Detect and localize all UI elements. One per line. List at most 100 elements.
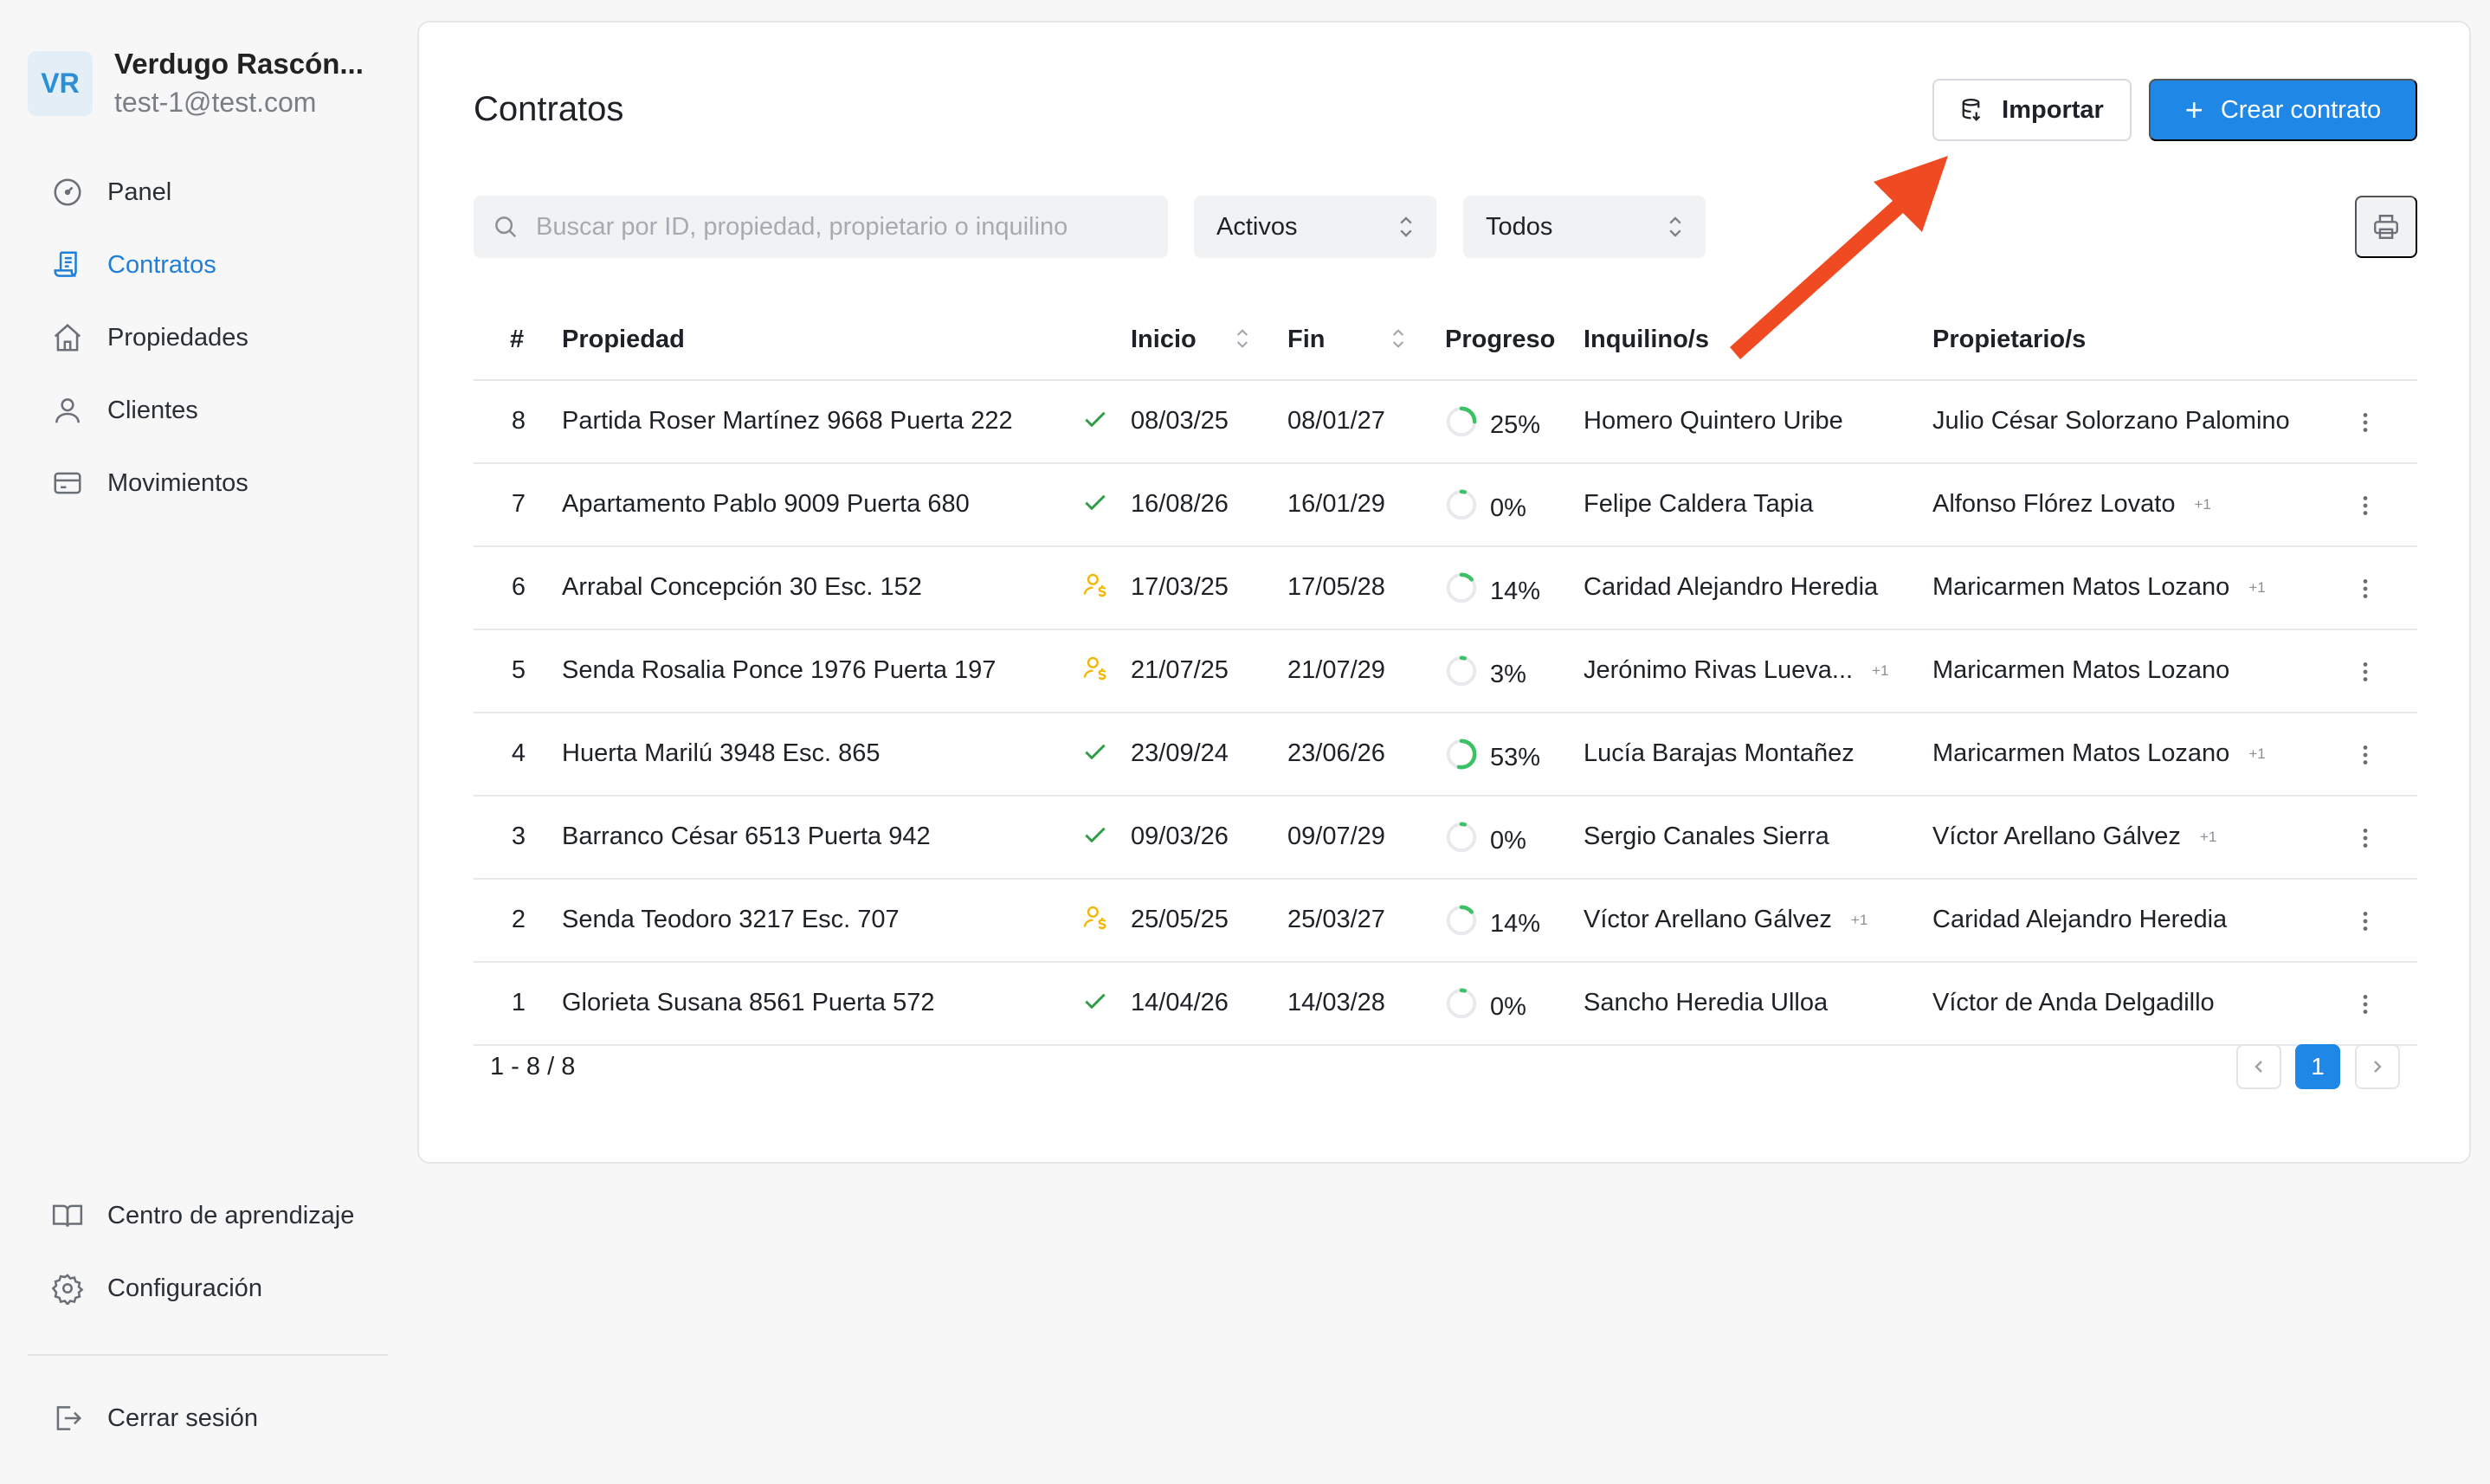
print-button[interactable]: [2355, 196, 2417, 258]
row-id: 5: [511, 656, 526, 684]
chevron-updown-icon: [1400, 216, 1412, 237]
row-more-button[interactable]: [2352, 490, 2378, 521]
progress-ring-icon: [1445, 738, 1490, 777]
table-row[interactable]: 6 Arrabal Concepción 30 Esc. 152 17/03/25 1…: [474, 547, 2417, 630]
tenant-name: Homero Quintero Uribe: [1584, 407, 1843, 435]
gear-icon: [50, 1271, 85, 1306]
row-property[interactable]: Arrabal Concepción 30 Esc. 152: [562, 573, 922, 602]
progress-label: 53%: [1490, 743, 1541, 771]
tenant-extra-badge: +1: [1872, 662, 1889, 680]
owner-name: Víctor Arellano Gálvez: [1932, 823, 2181, 850]
contracts-card: Contratos Importar + Crear contrato Acti…: [417, 21, 2471, 1164]
row-property[interactable]: Partida Roser Martínez 9668 Puerta 222: [562, 407, 1013, 436]
row-tenant[interactable]: Víctor Arellano Gálvez +1: [1584, 906, 1868, 934]
row-id: 8: [511, 407, 526, 435]
sidebar-item-label: Configuración: [107, 1274, 262, 1302]
row-tenant[interactable]: Jerónimo Rivas Lueva... +1: [1584, 656, 1888, 685]
table-row[interactable]: 3 Barranco César 6513 Puerta 942 09/03/26 0…: [474, 797, 2417, 880]
row-owner[interactable]: Alfonso Flórez Lovato +1: [1932, 490, 2211, 519]
logout-label: Cerrar sesión: [107, 1403, 259, 1432]
row-tenant[interactable]: Caridad Alejandro Heredia: [1584, 573, 1878, 602]
prev-page-button[interactable]: [2236, 1044, 2281, 1089]
progress-label: 14%: [1490, 577, 1541, 605]
col-end[interactable]: Fin: [1287, 326, 1326, 354]
sidebar-item-propiedades[interactable]: Propiedades: [28, 301, 391, 374]
row-owner[interactable]: Maricarmen Matos Lozano +1: [1932, 573, 2266, 602]
user-info: Verdugo Rascón... test-1@test.com: [114, 45, 364, 121]
row-owner[interactable]: Víctor Arellano Gálvez +1: [1932, 823, 2216, 851]
page-button-current[interactable]: 1: [2295, 1044, 2340, 1089]
tenant-name: Sancho Heredia Ulloa: [1584, 989, 1829, 1016]
table-row[interactable]: 8 Partida Roser Martínez 9668 Puerta 222 0…: [474, 381, 2417, 464]
table-row[interactable]: 1 Glorieta Susana 8561 Puerta 572 14/04/26…: [474, 963, 2417, 1046]
sidebar-item-movimientos[interactable]: Movimientos: [28, 447, 391, 519]
row-more-button[interactable]: [2352, 739, 2378, 771]
search-input[interactable]: [536, 212, 1159, 242]
more-vertical-icon: [2363, 662, 2368, 681]
row-id: 7: [511, 490, 526, 518]
col-num: #: [510, 326, 525, 353]
row-progress: 0%: [1445, 987, 1526, 1027]
type-filter-value: Todos: [1486, 212, 1553, 241]
sort-icon[interactable]: [1235, 327, 1249, 350]
row-owner[interactable]: Julio César Solorzano Palomino: [1932, 407, 2290, 436]
col-start[interactable]: Inicio: [1131, 326, 1197, 354]
user-profile[interactable]: VR Verdugo Rascón... test-1@test.com: [28, 45, 364, 121]
progress-ring-icon: [1445, 904, 1490, 944]
row-end-date: 14/03/28: [1287, 989, 1385, 1016]
check-icon: [1081, 405, 1109, 440]
import-icon: [1962, 99, 1981, 121]
row-owner[interactable]: Maricarmen Matos Lozano +1: [1932, 739, 2266, 768]
row-tenant[interactable]: Sancho Heredia Ulloa: [1584, 989, 1828, 1017]
row-owner[interactable]: Víctor de Anda Delgadillo: [1932, 989, 2215, 1017]
row-more-button[interactable]: [2352, 906, 2378, 937]
owner-name: Maricarmen Matos Lozano: [1932, 573, 2230, 601]
search-box: [474, 196, 1168, 258]
progress-label: 3%: [1490, 660, 1526, 688]
sidebar-item-contratos[interactable]: Contratos: [28, 229, 391, 301]
row-property[interactable]: Barranco César 6513 Puerta 942: [562, 823, 931, 851]
table-row[interactable]: 4 Huerta Marilú 3948 Esc. 865 23/09/24 23/0…: [474, 713, 2417, 797]
row-more-button[interactable]: [2352, 407, 2378, 438]
row-more-button[interactable]: [2352, 823, 2378, 854]
row-id: 1: [511, 989, 526, 1016]
check-icon: [1081, 821, 1109, 855]
row-start-date: 21/07/25: [1131, 656, 1229, 684]
sidebar-item-learning-center[interactable]: Centro de aprendizaje: [28, 1179, 391, 1252]
row-owner[interactable]: Caridad Alejandro Heredia: [1932, 906, 2227, 934]
row-tenant[interactable]: Felipe Caldera Tapia: [1584, 490, 1813, 519]
row-tenant[interactable]: Homero Quintero Uribe: [1584, 407, 1843, 436]
row-property[interactable]: Senda Rosalia Ponce 1976 Puerta 197: [562, 656, 996, 685]
tenant-name: Caridad Alejandro Heredia: [1584, 573, 1879, 601]
type-filter-select[interactable]: Todos: [1463, 196, 1706, 258]
owner-extra-badge: +1: [2248, 579, 2266, 597]
import-button[interactable]: Importar: [1932, 79, 2132, 141]
row-owner[interactable]: Maricarmen Matos Lozano: [1932, 656, 2229, 685]
status-filter-select[interactable]: Activos: [1194, 196, 1436, 258]
sidebar-item-settings[interactable]: Configuración: [28, 1252, 391, 1325]
logout-button[interactable]: Cerrar sesión: [28, 1382, 391, 1455]
user-email: test-1@test.com: [114, 87, 317, 118]
check-icon: [1081, 488, 1109, 523]
row-property[interactable]: Senda Teodoro 3217 Esc. 707: [562, 906, 900, 934]
row-more-button[interactable]: [2352, 573, 2378, 604]
progress-label: 0%: [1490, 992, 1526, 1021]
row-property[interactable]: Glorieta Susana 8561 Puerta 572: [562, 989, 934, 1017]
table-row[interactable]: 7 Apartamento Pablo 9009 Puerta 680 16/08/…: [474, 464, 2417, 547]
row-property[interactable]: Apartamento Pablo 9009 Puerta 680: [562, 490, 970, 519]
row-more-button[interactable]: [2352, 656, 2378, 687]
status-filter-value: Activos: [1216, 212, 1298, 241]
sort-icon[interactable]: [1391, 327, 1405, 350]
row-property[interactable]: Huerta Marilú 3948 Esc. 865: [562, 739, 881, 768]
next-page-button[interactable]: [2355, 1044, 2400, 1089]
col-property[interactable]: Propiedad: [562, 326, 685, 354]
row-tenant[interactable]: Lucía Barajas Montañez: [1584, 739, 1855, 768]
table-row[interactable]: 2 Senda Teodoro 3217 Esc. 707 25/05/25 25/0…: [474, 880, 2417, 963]
table-row[interactable]: 5 Senda Rosalia Ponce 1976 Puerta 197 21/0…: [474, 630, 2417, 713]
sidebar-item-label: Propiedades: [107, 323, 248, 352]
sidebar-item-panel[interactable]: Panel: [28, 156, 391, 229]
row-tenant[interactable]: Sergio Canales Sierra: [1584, 823, 1829, 851]
sidebar-item-clientes[interactable]: Clientes: [28, 374, 391, 447]
row-more-button[interactable]: [2352, 989, 2378, 1020]
create-contract-button[interactable]: + Crear contrato: [2149, 79, 2417, 141]
